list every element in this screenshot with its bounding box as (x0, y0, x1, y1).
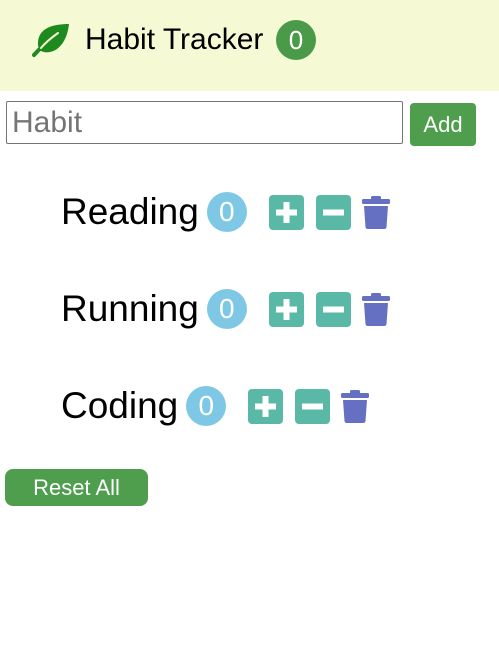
trash-icon[interactable] (340, 389, 370, 424)
minus-square-icon[interactable] (315, 291, 351, 327)
minus-square-icon[interactable] (295, 388, 331, 424)
total-count-badge: 0 (276, 20, 316, 60)
habit-name: Running (61, 288, 199, 329)
leaf-icon (32, 24, 69, 57)
add-button[interactable]: Add (410, 103, 476, 146)
plus-square-icon[interactable] (268, 291, 304, 327)
reset-all-button[interactable]: Reset All (5, 469, 148, 506)
habit-count-badge: 0 (186, 386, 227, 426)
trash-icon[interactable] (361, 195, 391, 230)
habit-name: Reading (61, 191, 199, 232)
plus-square-icon[interactable] (248, 388, 284, 424)
plus-square-icon[interactable] (268, 194, 304, 230)
habit-count-badge: 0 (206, 192, 247, 232)
habit-item-reading: Reading 0 (61, 190, 391, 234)
habit-count-badge: 0 (206, 289, 247, 329)
trash-icon[interactable] (361, 292, 391, 327)
minus-square-icon[interactable] (315, 194, 351, 230)
habit-item-coding: Coding 0 (61, 384, 370, 428)
habit-item-running: Running 0 (61, 287, 391, 331)
header-bar: Habit Tracker 0 (0, 0, 499, 91)
habit-name: Coding (61, 385, 179, 426)
page-title: Habit Tracker (85, 23, 264, 56)
habit-input[interactable] (6, 101, 403, 144)
